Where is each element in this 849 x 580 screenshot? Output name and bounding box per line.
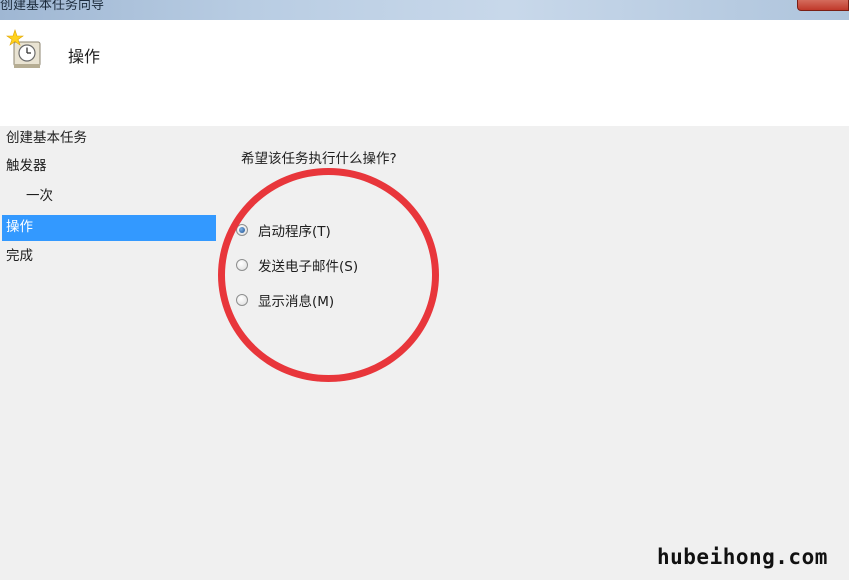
nav-step-action[interactable]: 操作: [2, 215, 216, 241]
nav-step-trigger[interactable]: 触发器: [2, 154, 216, 180]
title-bar: 创建基本任务向导: [0, 0, 849, 20]
nav-step-finish[interactable]: 完成: [2, 244, 216, 270]
window-title: 创建基本任务向导: [0, 0, 105, 13]
nav-step-create-basic-task[interactable]: 创建基本任务: [2, 126, 216, 152]
close-button[interactable]: [797, 0, 849, 11]
task-clock-icon: [6, 28, 46, 72]
red-annotation-circle: [218, 168, 439, 382]
nav-step-once[interactable]: 一次: [2, 184, 216, 210]
watermark: hubeihong.com: [657, 545, 828, 569]
wizard-header: 操作: [0, 20, 849, 126]
page-title: 操作: [68, 47, 101, 66]
action-question: 希望该任务执行什么操作?: [241, 151, 397, 167]
